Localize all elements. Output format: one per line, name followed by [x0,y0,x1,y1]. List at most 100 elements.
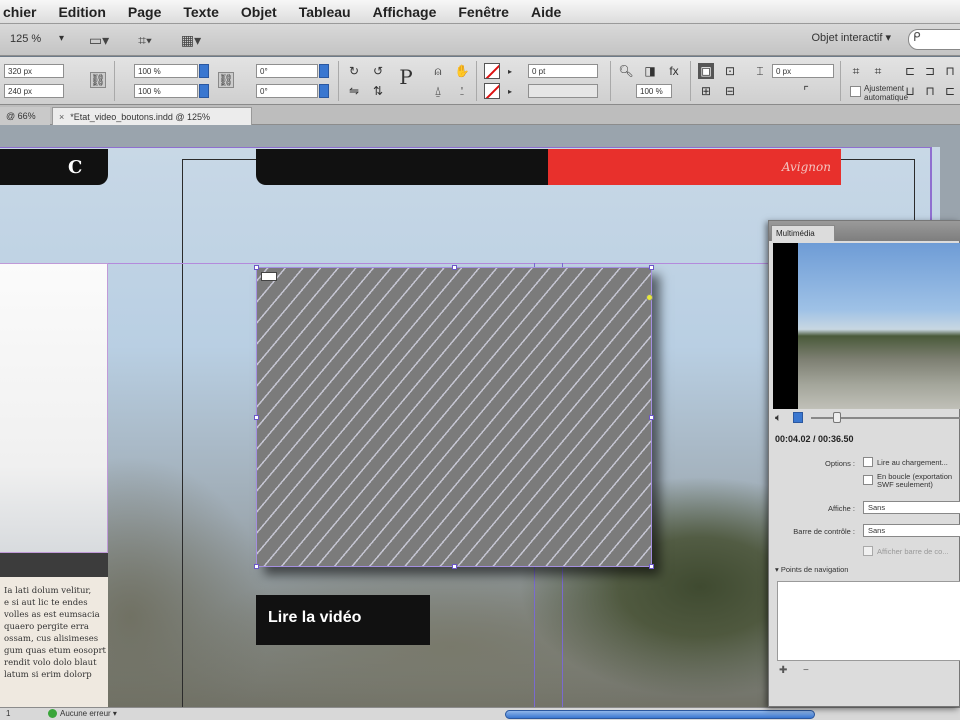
workspace-switcher[interactable]: Objet interactif ▾ [780,31,895,49]
rotate-ccw-icon[interactable]: ↺ [370,63,386,79]
menu-aide[interactable]: Aide [520,4,572,20]
play-icon[interactable] [793,412,803,423]
stroke-weight-field[interactable]: 0 pt [528,64,598,78]
menu-fenetre[interactable]: Fenêtre [447,4,520,20]
text-wrap-icon[interactable]: ⌶ [752,63,768,79]
fit-content-frame-icon[interactable]: ▣ [698,63,714,79]
select-content-icon[interactable]: ✋ [454,63,470,79]
tab-other-document[interactable]: @ 66% [0,107,50,125]
menu-edition[interactable]: Edition [47,4,116,20]
drop-shadow-icon[interactable]: ◨ [642,63,658,79]
constrain-proportions-icon[interactable]: ⛓ [90,72,106,88]
height-field[interactable]: 240 px [4,84,64,98]
add-point-icon[interactable]: ✚ [779,665,787,676]
fill-frame-proportionally-icon[interactable]: ⊟ [722,83,738,99]
zoom-level-select[interactable]: 125 % [6,31,66,49]
poster-select[interactable]: Sans [863,501,960,514]
shear-stepper[interactable] [319,84,329,98]
scale-y-field[interactable]: 100 % [134,84,198,98]
zoom-icon[interactable]: 🔍︎ [618,63,634,79]
stroke-dropdown-icon[interactable]: ▸ [502,83,518,99]
resize-handle[interactable] [254,415,259,420]
stroke-swatch-none[interactable] [484,83,500,99]
width-field[interactable]: 320 px [4,64,64,78]
speaker-icon[interactable]: 🔈︎ [775,412,782,425]
select-container-icon[interactable]: ⍝ [430,63,446,79]
shear-angle-field[interactable]: 0° [256,84,318,98]
show-controller-checkbox[interactable] [863,546,873,556]
effects-icon[interactable]: fx [666,63,682,79]
resize-handle[interactable] [452,564,457,569]
stroke-type-select[interactable] [528,84,598,98]
distribute-center-icon[interactable]: ⊓ [922,83,938,99]
corner-options-icon[interactable]: ⌜ [798,83,814,99]
separator [338,61,339,101]
close-tab-icon[interactable]: × [59,112,64,122]
resize-handle[interactable] [649,564,654,569]
menu-texte[interactable]: Texte [172,4,230,20]
fill-swatch-none[interactable] [484,63,500,79]
arrange-documents-icon[interactable]: ▦▾ [176,30,206,50]
offset-field[interactable]: 0 px [772,64,834,78]
flip-horizontal-icon[interactable]: ⇋ [346,83,362,99]
menu-page[interactable]: Page [117,4,172,20]
header-banner-red[interactable]: Avignon [548,149,841,185]
menu-affichage[interactable]: Affichage [362,4,448,20]
fill-dropdown-icon[interactable]: ▸ [502,63,518,79]
left-white-panel[interactable] [0,263,108,553]
loop-checkbox[interactable] [863,475,873,485]
panel-title-bar[interactable]: Multimédia [769,221,960,241]
frame-fitting-options-icon[interactable]: ⌗ [870,63,886,79]
resize-handle[interactable] [254,564,259,569]
preflight-status[interactable]: Aucune erreur ▾ [60,709,117,718]
scale-y-stepper[interactable] [199,84,209,98]
frame-fitting-icon[interactable]: ⌗ [848,63,864,79]
align-center-icon[interactable]: ⊐ [922,63,938,79]
scrub-thumb[interactable] [833,412,841,423]
page-number[interactable]: 1 [6,709,10,718]
autoplay-checkbox[interactable] [863,457,873,467]
video-placeholder-frame[interactable] [254,265,654,569]
remove-point-icon[interactable]: − [803,665,809,676]
distribute-right-icon[interactable]: ⊏ [942,83,958,99]
header-banner-left[interactable]: C [0,149,108,185]
screen-mode-icon[interactable]: ⌗▾ [130,30,160,50]
horizontal-scrollbar[interactable] [505,710,815,719]
align-left-icon[interactable]: ⊏ [902,63,918,79]
body-text-frame[interactable]: Ia lati dolum velitur, e si aut lic te e… [0,577,108,707]
opacity-field[interactable]: 100 % [636,84,672,98]
header-banner-black[interactable] [256,149,548,185]
navigation-points-list[interactable] [777,581,960,661]
menu-objet[interactable]: Objet [230,4,288,20]
navigation-points-header[interactable]: ▾ Points de navigation [775,565,848,574]
select-previous-icon[interactable]: ⍙ [430,83,446,99]
fit-frame-content-icon[interactable]: ⊡ [722,63,738,79]
auto-fit-checkbox[interactable] [850,86,861,97]
tab-etat-video-boutons[interactable]: × *Etat_video_boutons.indd @ 125% [52,107,252,125]
play-video-button[interactable]: Lire la vidéo [256,595,430,645]
resize-handle[interactable] [649,265,654,270]
scale-x-stepper[interactable] [199,64,209,78]
anchored-object-marker[interactable] [646,294,653,301]
view-options-icon[interactable]: ▭▾ [84,30,114,50]
flip-vertical-icon[interactable]: ⇅ [370,83,386,99]
tab-title: *Etat_video_boutons.indd @ 125% [70,112,211,122]
controller-select[interactable]: Sans [863,524,960,537]
resize-handle[interactable] [452,265,457,270]
scale-x-field[interactable]: 100 % [134,64,198,78]
rotation-angle-field[interactable]: 0° [256,64,318,78]
tab-multimedia[interactable]: Multimédia [771,225,835,241]
rotate-cw-icon[interactable]: ↻ [346,63,362,79]
center-content-icon[interactable]: ⊞ [698,83,714,99]
menu-fichier[interactable]: chier [0,4,47,20]
align-right-icon[interactable]: ⊓ [942,63,958,79]
menu-tableau[interactable]: Tableau [288,4,362,20]
resize-handle[interactable] [649,415,654,420]
separator [476,61,477,101]
rotation-stepper[interactable] [319,64,329,78]
resize-handle[interactable] [254,265,259,270]
select-next-icon[interactable]: ⍘ [454,83,470,99]
distribute-left-icon[interactable]: ⊔ [902,83,918,99]
search-input[interactable]: ᑭ [908,29,960,50]
constrain-scale-icon[interactable]: ⛓ [218,72,234,88]
